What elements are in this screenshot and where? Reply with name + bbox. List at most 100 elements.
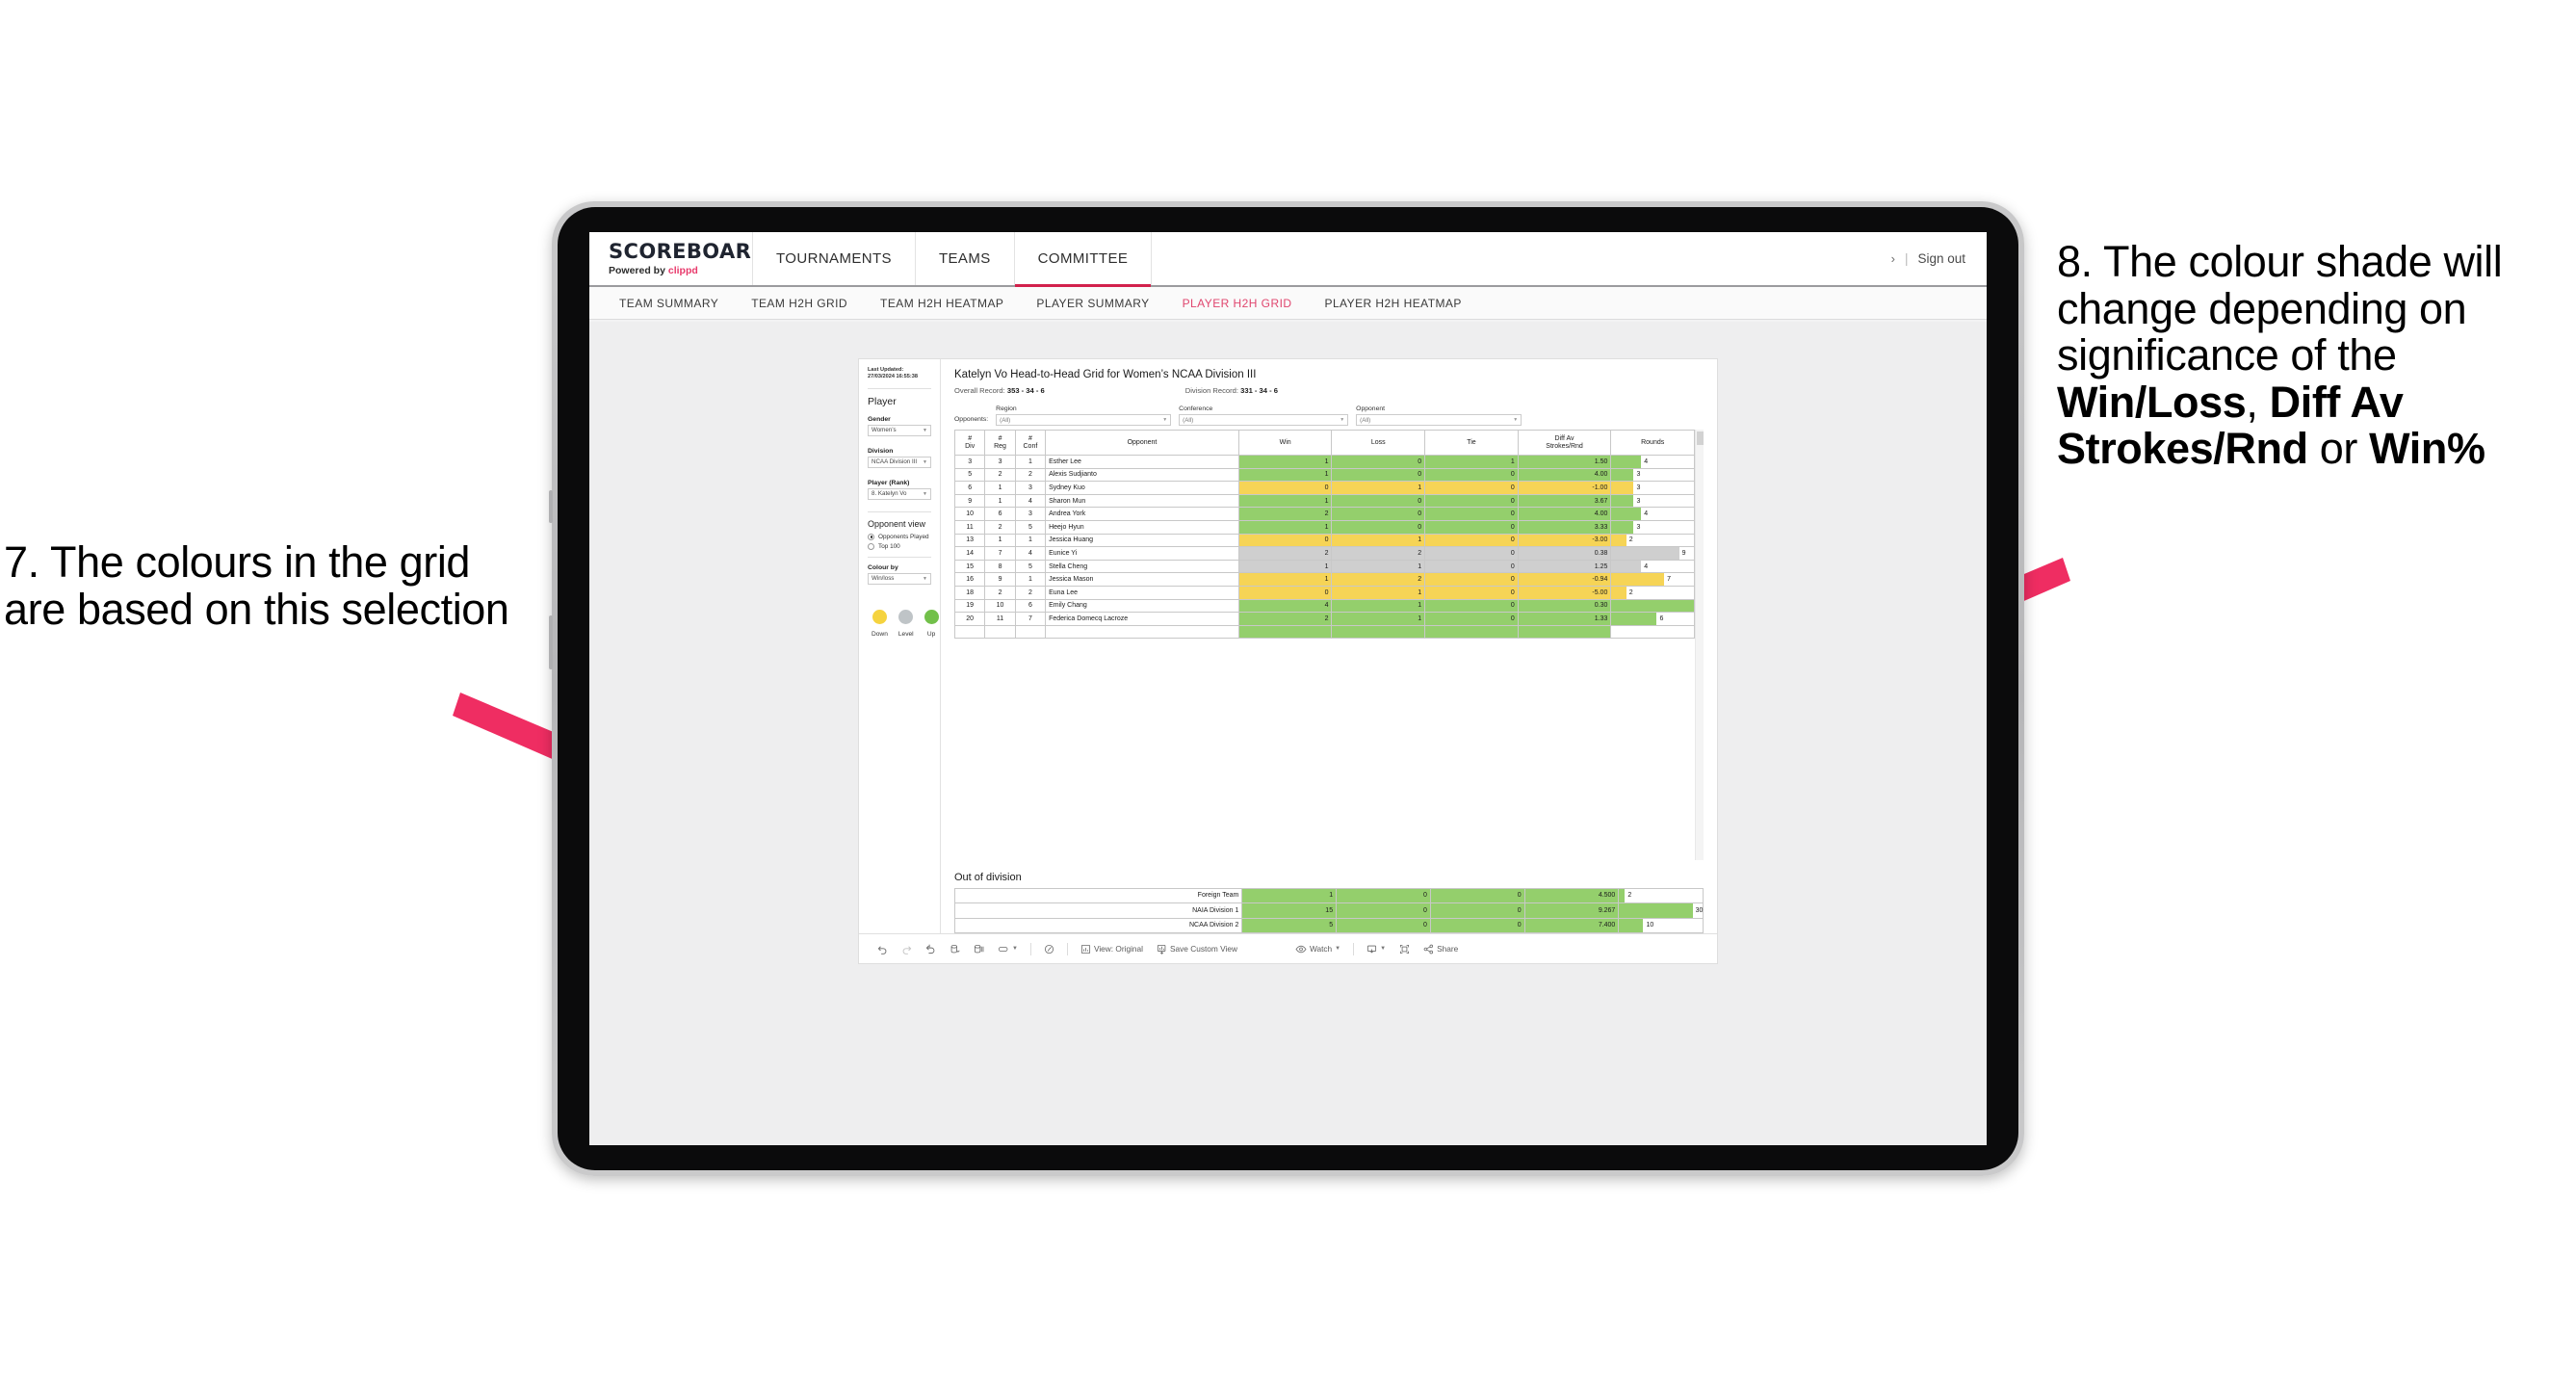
share-icon xyxy=(1423,944,1434,954)
player-rank-filter-select[interactable]: 8. Katelyn Vo ▼ xyxy=(868,487,931,500)
grid-vertical-scrollbar[interactable] xyxy=(1695,430,1704,860)
cell-loss: 2 xyxy=(1331,546,1426,561)
nav-tab-committee[interactable]: COMMITTEE xyxy=(1014,232,1153,287)
table-row[interactable]: 13 1 1 Jessica Huang 0 1 0 -3.00 2 xyxy=(954,533,1695,548)
table-row[interactable]: 15 8 5 Stella Cheng 1 1 0 1.25 4 xyxy=(954,559,1695,574)
gender-filter-select[interactable]: Women’s ▼ xyxy=(868,424,931,436)
cell-win: 0 xyxy=(1237,533,1333,548)
cell-rounds: 3 xyxy=(1610,493,1695,509)
nav-tab-teams[interactable]: TEAMS xyxy=(915,232,1015,285)
division-filter-select[interactable]: NCAA Division III ▼ xyxy=(868,456,931,468)
table-row[interactable]: 20 11 7 Federica Domecq Lacroze 2 1 0 1.33 6 xyxy=(954,612,1695,626)
chevron-right-icon[interactable]: › xyxy=(1891,251,1895,266)
subnav-player-h2h-heatmap[interactable]: PLAYER H2H HEATMAP xyxy=(1308,297,1477,310)
cell-conf: 3 xyxy=(1014,481,1047,495)
out-of-division-row[interactable]: NCAA Division 2 5 0 0 7.400 10 xyxy=(953,917,1704,933)
cell-reg: 2 xyxy=(984,585,1016,600)
opponent-filter-select[interactable]: (All) ▼ xyxy=(1356,414,1522,426)
brand-subtitle-prefix: Powered by xyxy=(609,264,668,276)
rounds-value: 4 xyxy=(1644,562,1649,570)
subnav-player-summary[interactable]: PLAYER SUMMARY xyxy=(1020,297,1165,310)
cell-diff: 9.267 xyxy=(1523,902,1620,919)
subnav-team-h2h-heatmap[interactable]: TEAM H2H HEATMAP xyxy=(864,297,1020,310)
chevron-down-icon: ▼ xyxy=(1012,946,1018,952)
cell-conf: 1 xyxy=(1014,455,1047,469)
cell-div: 9 xyxy=(954,493,986,509)
legend-item-down: Down xyxy=(872,609,888,638)
table-row-partial[interactable] xyxy=(954,624,1695,640)
region-filter: Region (All) ▼ xyxy=(996,405,1172,426)
revert-button[interactable] xyxy=(919,944,943,955)
subnav-team-h2h-grid[interactable]: TEAM H2H GRID xyxy=(735,297,864,310)
table-row[interactable]: 9 1 4 Sharon Mun 1 0 0 3.67 3 xyxy=(954,493,1695,509)
sign-out-button[interactable]: Sign out xyxy=(1917,251,1965,266)
cell-opponent: Emily Chang xyxy=(1045,598,1239,614)
subnav-team-summary[interactable]: TEAM SUMMARY xyxy=(603,297,735,310)
refresh-button[interactable] xyxy=(943,944,967,955)
out-of-division-row[interactable]: NAIA Division 1 15 0 0 9.267 30 xyxy=(953,902,1704,919)
colour-by-select[interactable]: Win/loss ▼ xyxy=(868,572,931,585)
redo-button[interactable] xyxy=(895,944,919,955)
radio-opponents-played[interactable]: Opponents Played xyxy=(868,533,931,540)
table-row[interactable]: 10 6 3 Andrea York 2 0 0 4.00 4 xyxy=(954,507,1695,521)
share-button[interactable]: Share xyxy=(1417,944,1465,955)
device-button-volume xyxy=(549,490,553,523)
legend-item-up: Up xyxy=(924,609,939,638)
radio-top-100[interactable]: Top 100 xyxy=(868,542,931,550)
view-original-button[interactable]: View: Original xyxy=(1074,944,1150,955)
watch-button[interactable]: Watch ▼ xyxy=(1288,944,1347,955)
radio-opponents-played-label: Opponents Played xyxy=(878,533,929,540)
save-custom-view-button[interactable]: Save Custom View xyxy=(1150,944,1244,955)
app-subnav: TEAM SUMMARY TEAM H2H GRID TEAM H2H HEAT… xyxy=(589,287,1987,320)
pause-button[interactable] xyxy=(967,944,991,955)
cell-tie: 0 xyxy=(1424,572,1519,587)
cell-div: 19 xyxy=(954,598,986,614)
viz-card: Last Updated: 27/03/2024 16:55:38 Player… xyxy=(858,358,1718,964)
divider xyxy=(868,556,931,558)
cell-loss: 1 xyxy=(1331,559,1426,574)
table-row[interactable]: 18 2 2 Euna Lee 0 1 0 -5.00 2 xyxy=(954,585,1695,600)
scrollbar-thumb[interactable] xyxy=(1697,431,1704,445)
cell-win: 1 xyxy=(1241,887,1338,903)
download-button[interactable]: ▼ xyxy=(1360,944,1392,955)
viz-title: Katelyn Vo Head-to-Head Grid for Women’s… xyxy=(954,369,1257,380)
table-row[interactable]: 3 3 1 Esther Lee 1 0 1 1.50 4 xyxy=(954,455,1695,469)
table-row[interactable]: 5 2 2 Alexis Sudjianto 1 0 0 4.00 3 xyxy=(954,467,1695,483)
rounds-value: 9 xyxy=(1681,549,1686,557)
region-filter-select[interactable]: (All) ▼ xyxy=(996,414,1172,426)
subnav-player-h2h-grid[interactable]: PLAYER H2H GRID xyxy=(1166,297,1309,310)
rounds-bar xyxy=(1611,468,1634,482)
cell-win: 1 xyxy=(1237,455,1333,469)
colour-by-value: Win/loss xyxy=(872,575,895,583)
table-row[interactable]: 11 2 5 Heejo Hyun 1 0 0 3.33 3 xyxy=(954,519,1695,535)
filter-pill-button[interactable]: ▼ xyxy=(991,944,1025,955)
view-original-label: View: Original xyxy=(1093,944,1143,954)
brand-subtitle: Powered by clippd xyxy=(609,265,752,276)
out-of-division-row[interactable]: Foreign Team 1 0 0 4.500 2 xyxy=(953,887,1704,903)
rounds-bar xyxy=(1611,482,1634,494)
rounds-bar xyxy=(1611,573,1665,586)
cell-rounds: 2 xyxy=(1610,585,1695,600)
table-row[interactable]: 16 9 1 Jessica Mason 1 2 0 -0.94 7 xyxy=(954,572,1695,587)
out-of-division-body: Foreign Team 1 0 0 4.500 2 NAIA Division 1 15 0 0… xyxy=(953,887,1704,933)
conference-filter-select[interactable]: (All) ▼ xyxy=(1179,414,1349,426)
divider xyxy=(868,510,931,512)
nav-tab-tournaments[interactable]: TOURNAMENTS xyxy=(753,232,916,285)
table-row[interactable]: 14 7 4 Eunice Yi 2 2 0 0.38 9 xyxy=(954,546,1695,561)
brand-logo[interactable]: SCOREBOARD Powered by clippd xyxy=(589,232,768,285)
history-button[interactable] xyxy=(1037,944,1061,955)
table-row[interactable]: 6 1 3 Sydney Kuo 0 1 0 -1.00 3 xyxy=(954,481,1695,495)
chevron-down-icon: ▼ xyxy=(1340,417,1345,423)
cell-div: 11 xyxy=(954,519,986,535)
cell-tie: 0 xyxy=(1424,519,1519,535)
cell-diff: 3.33 xyxy=(1517,519,1612,535)
table-row[interactable]: 19106Emily Chang4100.3011 xyxy=(954,598,1695,614)
cell-tie: 0 xyxy=(1429,917,1525,933)
fullscreen-button[interactable] xyxy=(1392,944,1417,955)
undo-button[interactable] xyxy=(871,944,895,955)
col-tie: Tie xyxy=(1424,430,1519,456)
cell-tie: 0 xyxy=(1424,481,1519,495)
opponents-label: Opponents: xyxy=(954,416,989,423)
chevron-down-icon: ▼ xyxy=(1162,417,1168,423)
